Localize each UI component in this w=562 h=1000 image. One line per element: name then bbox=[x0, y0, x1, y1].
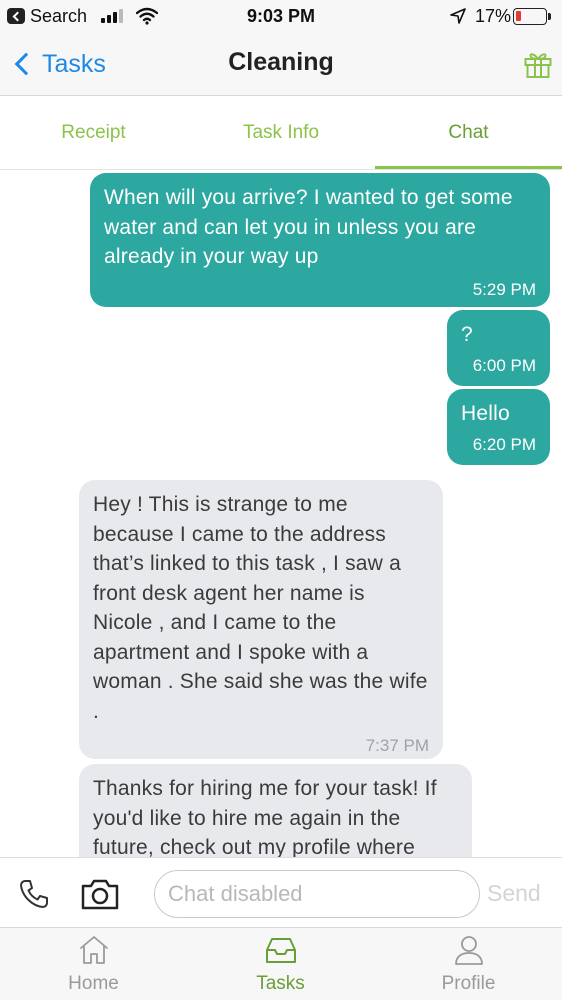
message-text: When will you arrive? I wanted to get so… bbox=[104, 186, 513, 268]
status-bar: Search 9:03 PM 17% bbox=[0, 0, 562, 32]
navigation-bar: Tasks Cleaning bbox=[0, 32, 562, 96]
profile-icon bbox=[454, 936, 483, 965]
bottom-tab-home[interactable]: Home bbox=[0, 928, 187, 1000]
battery-level bbox=[516, 11, 521, 21]
phone-icon[interactable] bbox=[18, 878, 50, 910]
outgoing-message[interactable]: Hello 6:20 PM bbox=[447, 389, 550, 465]
bottom-tab-label: Home bbox=[68, 973, 119, 994]
chat-input-bar: Send bbox=[0, 857, 562, 927]
outgoing-message[interactable]: ? 6:00 PM bbox=[447, 310, 550, 386]
chat-message-list[interactable]: When will you arrive? I wanted to get so… bbox=[0, 171, 562, 857]
message-text: Hello bbox=[461, 402, 510, 425]
bottom-tab-label: Profile bbox=[441, 973, 496, 994]
location-arrow-icon bbox=[450, 8, 466, 24]
battery-percent: 17% bbox=[475, 6, 512, 26]
home-icon bbox=[79, 936, 108, 964]
battery-icon bbox=[513, 8, 551, 25]
message-time: 7:37 PM bbox=[365, 736, 429, 755]
tab-task-info[interactable]: Task Info bbox=[187, 96, 375, 170]
tab-chat[interactable]: Chat bbox=[375, 96, 562, 170]
incoming-message[interactable]: Thanks for hiring me for your task! If y… bbox=[79, 764, 472, 857]
message-text: ? bbox=[461, 323, 473, 346]
message-text: Hey ! This is strange to me because I ca… bbox=[93, 493, 428, 723]
send-button[interactable]: Send bbox=[487, 880, 541, 907]
task-tabs: Receipt Task Info Chat bbox=[0, 96, 562, 170]
active-tab-indicator bbox=[375, 166, 562, 169]
message-time: 6:00 PM bbox=[472, 355, 536, 375]
message-time: 5:29 PM bbox=[472, 279, 536, 299]
gift-icon[interactable] bbox=[523, 49, 553, 79]
tasks-tray-icon bbox=[265, 938, 296, 963]
bottom-tab-profile[interactable]: Profile bbox=[375, 928, 562, 1000]
bottom-tab-tasks[interactable]: Tasks bbox=[187, 928, 374, 1000]
bottom-tab-label: Tasks bbox=[256, 973, 305, 994]
tab-receipt[interactable]: Receipt bbox=[0, 96, 187, 170]
outgoing-message[interactable]: When will you arrive? I wanted to get so… bbox=[90, 173, 550, 307]
message-time: 6:20 PM bbox=[472, 434, 536, 454]
camera-icon[interactable] bbox=[80, 877, 120, 911]
bottom-tab-bar: Home Tasks Profile bbox=[0, 927, 562, 1000]
message-text: Thanks for hiring me for your task! If y… bbox=[93, 777, 437, 857]
chat-message-input[interactable] bbox=[154, 870, 480, 918]
incoming-message[interactable]: Hey ! This is strange to me because I ca… bbox=[79, 480, 443, 759]
page-title: Cleaning bbox=[228, 48, 334, 76]
